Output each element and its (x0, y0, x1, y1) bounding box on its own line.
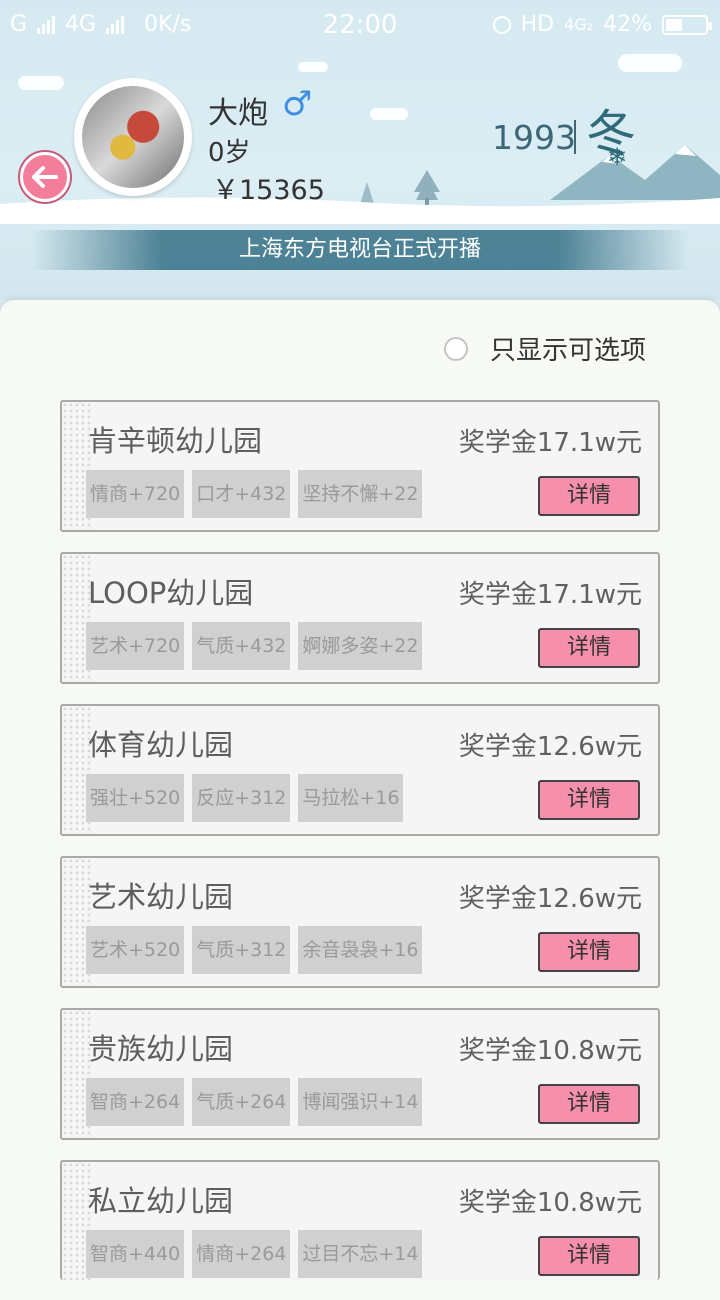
alarm-icon (492, 15, 511, 34)
school-card: 私立幼儿园 奖学金10.8w元 智商+440 情商+264 过目不忘+14 详情 (60, 1160, 660, 1280)
attribute-tag: 过目不忘+14 (298, 1230, 423, 1278)
school-name: 私立幼儿园 (88, 1184, 234, 1218)
battery-icon (662, 14, 712, 35)
filter-label: 只显示可选项 (490, 336, 647, 366)
attribute-tag: 气质+264 (192, 1078, 291, 1126)
attribute-tags: 智商+264 气质+264 博闻强识+14 (86, 1078, 423, 1126)
school-card: 艺术幼儿园 奖学金12.6w元 艺术+520 气质+312 余音袅袅+16 详情 (60, 856, 660, 988)
attribute-tag: 情商+720 (86, 470, 185, 518)
cloud-decoration (618, 54, 682, 72)
attribute-tag: 余音袅袅+16 (298, 926, 423, 974)
scholarship: 奖学金10.8w元 (458, 1036, 642, 1066)
attribute-tag: 婀娜多姿+22 (298, 622, 423, 670)
attribute-tag: 气质+312 (192, 926, 291, 974)
battery-percent: 42% (603, 12, 652, 37)
battery-fill (666, 18, 682, 31)
attribute-tag: 马拉松+16 (298, 774, 404, 822)
attribute-tag: 坚持不懈+22 (298, 470, 423, 518)
attribute-tags: 强壮+520 反应+312 马拉松+16 (86, 774, 404, 822)
scholarship: 奖学金12.6w元 (458, 732, 642, 762)
detail-button[interactable]: 详情 (538, 932, 640, 972)
attribute-tag: 情商+264 (192, 1230, 291, 1278)
cloud-decoration (18, 76, 64, 90)
attribute-tag: 气质+432 (192, 622, 291, 670)
player-age: 0岁 (208, 138, 251, 168)
current-year: 1993 (492, 118, 576, 157)
attribute-tags: 智商+440 情商+264 过目不忘+14 (86, 1230, 423, 1278)
school-name: 体育幼儿园 (88, 728, 234, 762)
male-icon: ♂ (282, 84, 313, 124)
detail-button[interactable]: 详情 (538, 476, 640, 516)
back-arrow-icon (32, 166, 58, 188)
player-name: 大炮 (208, 96, 268, 131)
detail-button[interactable]: 详情 (538, 780, 640, 820)
status-bar: G 4G 0K/s 22:00 HD 4G₂ 42% (0, 0, 720, 50)
snow-ground (0, 197, 720, 224)
news-banner: 上海东方电视台正式开播 (30, 230, 690, 270)
cloud-decoration (370, 108, 408, 120)
detail-button[interactable]: 详情 (538, 1084, 640, 1124)
filter-toggle[interactable]: 只显示可选项 (444, 330, 646, 367)
attribute-tag: 智商+440 (86, 1230, 185, 1278)
avatar-image (82, 86, 184, 188)
school-card: 肯辛顿幼儿园 奖学金17.1w元 情商+720 口才+432 坚持不懈+22 详… (60, 400, 660, 532)
cloud-decoration (298, 62, 328, 72)
scholarship: 奖学金12.6w元 (458, 884, 642, 914)
back-button[interactable] (20, 152, 70, 202)
avatar[interactable] (74, 78, 192, 196)
scholarship: 奖学金10.8w元 (458, 1188, 642, 1218)
network2-label: 4G₂ (564, 15, 594, 34)
filter-radio[interactable] (444, 336, 468, 361)
hd-label: HD (520, 12, 555, 37)
school-name: 艺术幼儿园 (88, 880, 234, 914)
attribute-tag: 博闻强识+14 (298, 1078, 423, 1126)
attribute-tag: 智商+264 (86, 1078, 185, 1126)
school-card: 贵族幼儿园 奖学金10.8w元 智商+264 气质+264 博闻强识+14 详情 (60, 1008, 660, 1140)
attribute-tag: 强壮+520 (86, 774, 185, 822)
scholarship: 奖学金17.1w元 (458, 580, 642, 610)
attribute-tag: 反应+312 (192, 774, 291, 822)
school-name: 肯辛顿幼儿园 (88, 424, 263, 458)
school-card: LOOP幼儿园 奖学金17.1w元 艺术+720 气质+432 婀娜多姿+22 … (60, 552, 660, 684)
school-card: 体育幼儿园 奖学金12.6w元 强壮+520 反应+312 马拉松+16 详情 (60, 704, 660, 836)
scholarship: 奖学金17.1w元 (458, 428, 642, 458)
year-divider (574, 120, 576, 154)
attribute-tags: 艺术+720 气质+432 婀娜多姿+22 (86, 622, 423, 670)
player-money: ￥15365 (212, 175, 325, 206)
attribute-tag: 口才+432 (192, 470, 291, 518)
attribute-tag: 艺术+520 (86, 926, 185, 974)
attribute-tag: 艺术+720 (86, 622, 185, 670)
school-name: 贵族幼儿园 (88, 1032, 234, 1066)
attribute-tags: 情商+720 口才+432 坚持不懈+22 (86, 470, 423, 518)
snowflake-icon: ❄ (607, 143, 628, 171)
detail-button[interactable]: 详情 (538, 1236, 640, 1276)
detail-button[interactable]: 详情 (538, 628, 640, 668)
school-name: LOOP幼儿园 (88, 576, 254, 610)
attribute-tags: 艺术+520 气质+312 余音袅袅+16 (86, 926, 423, 974)
